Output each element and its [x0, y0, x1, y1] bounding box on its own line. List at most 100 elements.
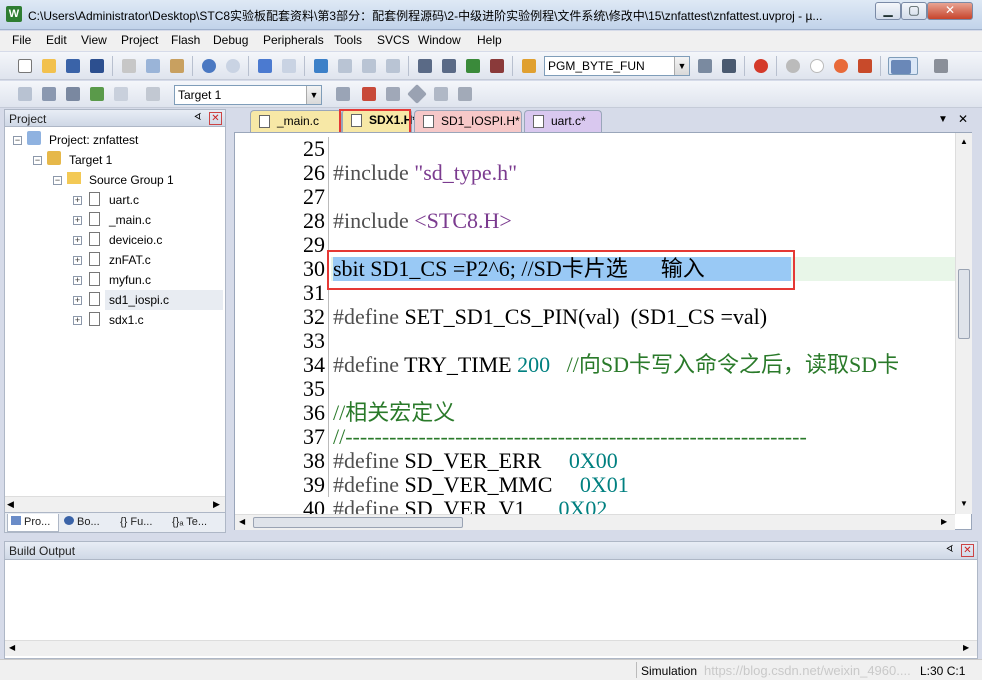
- nav-back-button[interactable]: [256, 57, 274, 75]
- tree-file[interactable]: deviceio.c: [109, 230, 162, 250]
- configure-button[interactable]: [932, 57, 950, 75]
- cut-button[interactable]: [120, 57, 138, 75]
- tree-source-group[interactable]: Source Group 1: [89, 170, 174, 190]
- tree-target[interactable]: Target 1: [69, 150, 112, 170]
- scroll-left-icon[interactable]: ◀: [239, 517, 245, 526]
- maximize-button[interactable]: ▢: [901, 2, 927, 20]
- code-editor[interactable]: 25 26 27 28 29 30 31 32 33 34 35 36 37 3…: [234, 132, 972, 530]
- build-button[interactable]: [40, 85, 58, 103]
- expand-icon[interactable]: +: [73, 236, 82, 245]
- download-button[interactable]: [144, 85, 162, 103]
- tree-file[interactable]: sdx1.c: [109, 310, 144, 330]
- redo-button[interactable]: [224, 57, 242, 75]
- translate-button[interactable]: [16, 85, 34, 103]
- close-tab-icon[interactable]: ✕: [958, 112, 968, 126]
- editor-vertical-scrollbar[interactable]: ▲ ▼: [955, 133, 972, 514]
- save-button[interactable]: [64, 57, 82, 75]
- scroll-up-icon[interactable]: ▲: [960, 137, 968, 146]
- build-horizontal-scrollbar[interactable]: ◀ ▶: [5, 640, 977, 656]
- manage-project-button[interactable]: [360, 85, 378, 103]
- copy-button[interactable]: [144, 57, 162, 75]
- tab-list-icon[interactable]: ▼: [938, 114, 948, 125]
- target-options-button[interactable]: [334, 85, 352, 103]
- tab-functions[interactable]: {} Fu...: [117, 514, 167, 532]
- menu-project[interactable]: Project: [121, 33, 158, 47]
- menu-debug[interactable]: Debug: [213, 33, 248, 47]
- close-panel-icon[interactable]: ✕: [961, 544, 974, 557]
- target-combo[interactable]: Target 1 ▼: [174, 85, 322, 105]
- scroll-left-icon[interactable]: ◀: [9, 643, 15, 652]
- find-in-files-button[interactable]: [520, 57, 538, 75]
- menu-window[interactable]: Window: [418, 33, 461, 47]
- bookmark-button[interactable]: [312, 57, 330, 75]
- scroll-left-icon[interactable]: ◀: [7, 499, 14, 510]
- menu-svcs[interactable]: SVCS: [377, 33, 410, 47]
- window-layout-button[interactable]: [888, 57, 918, 75]
- menu-edit[interactable]: Edit: [46, 33, 67, 47]
- batch-build-button[interactable]: [88, 85, 106, 103]
- paste-button[interactable]: [168, 57, 186, 75]
- tab-sd1-iospi-h[interactable]: SD1_IOSPI.H*: [414, 110, 522, 132]
- tab-project[interactable]: Pro...: [7, 514, 59, 532]
- kill-breakpoints-button[interactable]: [856, 57, 874, 75]
- vertical-scroll-thumb[interactable]: [958, 269, 970, 339]
- rebuild-button[interactable]: [64, 85, 82, 103]
- close-button[interactable]: ✕: [927, 2, 973, 20]
- expand-icon[interactable]: +: [73, 276, 82, 285]
- expand-icon[interactable]: +: [73, 296, 82, 305]
- scroll-right-icon[interactable]: ▶: [213, 499, 220, 510]
- menu-help[interactable]: Help: [477, 33, 502, 47]
- tree-project[interactable]: Project: znfattest: [49, 130, 138, 150]
- disable-breakpoints-button[interactable]: [832, 57, 850, 75]
- pin-icon[interactable]: ᗏ: [191, 112, 204, 125]
- menu-file[interactable]: File: [12, 33, 31, 47]
- close-panel-icon[interactable]: ✕: [209, 112, 222, 125]
- open-button[interactable]: [40, 57, 58, 75]
- indent-button[interactable]: [416, 57, 434, 75]
- debug-start-button[interactable]: [752, 57, 770, 75]
- menu-view[interactable]: View: [81, 33, 107, 47]
- chevron-down-icon[interactable]: ▼: [674, 57, 689, 75]
- pin-icon[interactable]: ᗏ: [943, 544, 956, 557]
- enable-breakpoint-button[interactable]: [808, 57, 826, 75]
- menu-flash[interactable]: Flash: [171, 33, 200, 47]
- menu-peripherals[interactable]: Peripherals: [263, 33, 324, 47]
- select-packs-button[interactable]: [384, 85, 402, 103]
- comment-button[interactable]: [464, 57, 482, 75]
- project-horizontal-scrollbar[interactable]: ◀ ▶: [5, 496, 225, 512]
- event-recorder-button[interactable]: [432, 85, 450, 103]
- find-button[interactable]: [696, 57, 714, 75]
- function-combo[interactable]: PGM_BYTE_FUN ▼: [544, 56, 690, 76]
- horizontal-scroll-thumb[interactable]: [253, 517, 463, 528]
- tab-books[interactable]: Bo...: [61, 514, 115, 532]
- menu-tools[interactable]: Tools: [334, 33, 362, 47]
- expand-icon[interactable]: +: [73, 196, 82, 205]
- manage-rte-button[interactable]: [407, 84, 427, 104]
- tab-templates[interactable]: {}ₐ Te...: [169, 514, 223, 532]
- unindent-button[interactable]: [440, 57, 458, 75]
- collapse-icon[interactable]: −: [53, 176, 62, 185]
- expand-icon[interactable]: +: [73, 256, 82, 265]
- next-bookmark-button[interactable]: [360, 57, 378, 75]
- collapse-icon[interactable]: −: [33, 156, 42, 165]
- scroll-right-icon[interactable]: ▶: [963, 643, 969, 652]
- clear-bookmarks-button[interactable]: [384, 57, 402, 75]
- tab-uart-c[interactable]: uart.c*: [524, 110, 602, 132]
- editor-horizontal-scrollbar[interactable]: ◀ ▶: [235, 514, 955, 530]
- nav-forward-button[interactable]: [280, 57, 298, 75]
- minimize-button[interactable]: ▁: [875, 2, 901, 20]
- new-file-button[interactable]: [16, 57, 34, 75]
- tree-file[interactable]: uart.c: [109, 190, 139, 210]
- scroll-down-icon[interactable]: ▼: [960, 499, 968, 508]
- tree-file[interactable]: _main.c: [109, 210, 151, 230]
- undo-button[interactable]: [200, 57, 218, 75]
- stop-build-button[interactable]: [112, 85, 130, 103]
- expand-icon[interactable]: +: [73, 316, 82, 325]
- tree-file[interactable]: myfun.c: [109, 270, 151, 290]
- save-all-button[interactable]: [88, 57, 106, 75]
- scroll-right-icon[interactable]: ▶: [941, 517, 947, 526]
- tree-file[interactable]: sd1_iospi.c: [109, 290, 169, 310]
- uncomment-button[interactable]: [488, 57, 506, 75]
- components-button[interactable]: [456, 85, 474, 103]
- expand-icon[interactable]: +: [73, 216, 82, 225]
